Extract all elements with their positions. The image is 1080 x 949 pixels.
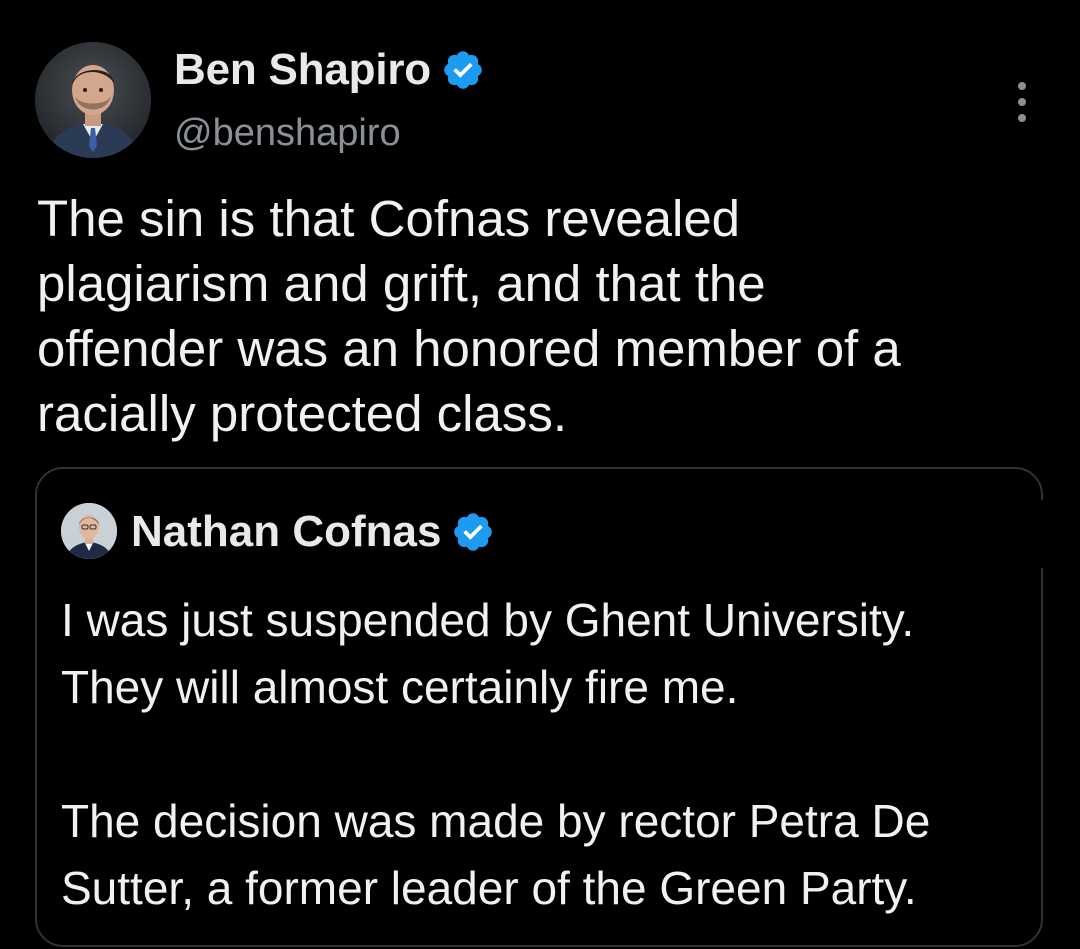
verified-badge-icon: [444, 51, 482, 89]
quoted-text-line: The decision was made by rector Petra De: [61, 795, 931, 847]
quoted-text-line: I was just suspended by Ghent University…: [61, 594, 915, 646]
more-vertical-icon-dot: [1018, 82, 1026, 90]
tweet: Ben Shapiro @benshapiro The sin is that …: [0, 0, 1080, 949]
author-name-row[interactable]: Ben Shapiro: [174, 40, 485, 100]
redaction-mark: [542, 495, 1062, 573]
quoted-author-name-row[interactable]: Nathan Cofnas: [131, 503, 495, 561]
quoted-author-name[interactable]: Nathan Cofnas: [131, 507, 441, 557]
author-avatar[interactable]: [35, 42, 151, 158]
author-handle[interactable]: @benshapiro: [174, 112, 401, 155]
quoted-tweet-card[interactable]: Nathan Cofnas I was just suspended by Gh…: [35, 467, 1062, 947]
tweet-text-line: plagiarism and grift, and that the: [37, 255, 766, 312]
verified-badge-icon: [454, 513, 493, 551]
quoted-text-line: Sutter, a former leader of the Green Par…: [61, 862, 917, 914]
tweet-text-line: The sin is that Cofnas revealed: [37, 190, 741, 247]
tweet-text: The sin is that Cofnas revealed plagiari…: [37, 186, 1027, 446]
more-vertical-icon-dot: [1018, 114, 1026, 122]
more-options-button[interactable]: [1004, 80, 1040, 124]
quoted-tweet-text: I was just suspended by Ghent University…: [61, 587, 1021, 922]
more-vertical-icon-dot: [1018, 98, 1026, 106]
tweet-text-line: racially protected class.: [37, 385, 568, 442]
quoted-text-line: They will almost certainly fire me.: [61, 661, 739, 713]
tweet-text-line: offender was an honored member of a: [37, 320, 901, 377]
author-name[interactable]: Ben Shapiro: [174, 45, 431, 95]
quoted-author-avatar[interactable]: [61, 503, 117, 559]
